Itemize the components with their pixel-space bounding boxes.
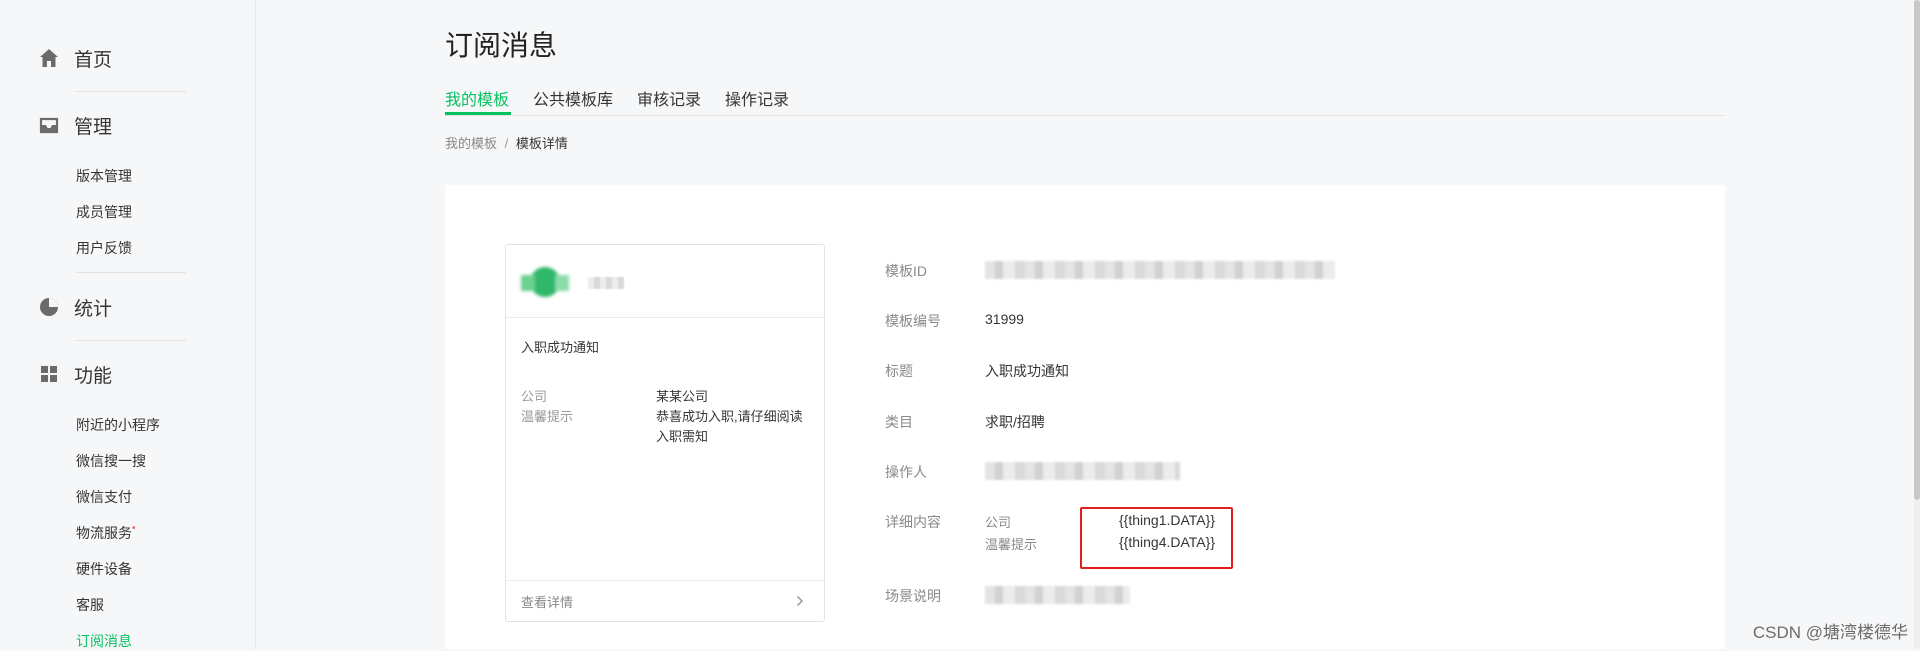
sidebar-item-members[interactable]: 成员管理 bbox=[76, 202, 132, 222]
breadcrumb-root[interactable]: 我的模板 bbox=[445, 136, 497, 151]
new-dot-icon: • bbox=[132, 523, 136, 534]
scene-label: 场景说明 bbox=[885, 588, 941, 604]
tab-public-library[interactable]: 公共模板库 bbox=[533, 86, 613, 110]
tab-bar: 我的模板 公共模板库 审核记录 操作记录 bbox=[445, 86, 1725, 116]
template-id-label: 模板ID bbox=[885, 263, 927, 279]
operator-label: 操作人 bbox=[885, 464, 927, 480]
sidebar-item-search[interactable]: 微信搜一搜 bbox=[76, 451, 146, 471]
sidebar-item-feedback[interactable]: 用户反馈 bbox=[76, 238, 132, 258]
inbox-icon bbox=[39, 117, 59, 134]
watermark: CSDN @塘湾楼德华 bbox=[1752, 623, 1908, 642]
nav-features[interactable]: 功能 bbox=[38, 359, 112, 389]
sidebar-item-pay[interactable]: 微信支付 bbox=[76, 487, 132, 507]
template-id-value-blurred bbox=[985, 261, 1335, 279]
sidebar-item-nearby[interactable]: 附近的小程序 bbox=[76, 415, 160, 435]
template-number-value: 31999 bbox=[985, 311, 1024, 327]
scrollbar-thumb[interactable] bbox=[1914, 0, 1920, 500]
nav-stats[interactable]: 统计 bbox=[38, 292, 112, 322]
nav-home[interactable]: 首页 bbox=[38, 43, 112, 73]
chevron-right-icon bbox=[796, 595, 804, 607]
view-details-link[interactable]: 查看详情 bbox=[506, 580, 824, 621]
preview-field-row: 温馨提示 恭喜成功入职,请仔细阅读入职需知 bbox=[521, 407, 811, 447]
sidebar: 首页 管理 版本管理 成员管理 用户反馈 统计 功能 附近的小程序 微信搜一搜 … bbox=[0, 0, 256, 649]
template-preview-card: 入职成功通知 公司 某某公司 温馨提示 恭喜成功入职,请仔细阅读入职需知 查看详… bbox=[505, 244, 825, 622]
tab-my-templates[interactable]: 我的模板 bbox=[445, 86, 509, 110]
active-tab-indicator bbox=[445, 112, 511, 115]
nav-manage[interactable]: 管理 bbox=[38, 110, 112, 140]
content-value: {{thing4.DATA}} bbox=[1119, 534, 1215, 550]
preview-field-row: 公司 某某公司 bbox=[521, 387, 811, 407]
nav-features-label: 功能 bbox=[74, 365, 113, 387]
breadcrumb-current: 模板详情 bbox=[515, 136, 568, 151]
category-label: 类目 bbox=[885, 414, 913, 430]
title-label: 标题 bbox=[885, 363, 913, 379]
home-icon bbox=[40, 49, 58, 67]
category-value: 求职/招聘 bbox=[985, 414, 1045, 430]
breadcrumb: 我的模板 / 模板详情 bbox=[445, 133, 568, 152]
tab-operation-records[interactable]: 操作记录 bbox=[725, 86, 789, 110]
operator-value-blurred bbox=[985, 462, 1180, 480]
template-number-label: 模板编号 bbox=[885, 313, 941, 329]
page-title: 订阅消息 bbox=[445, 30, 558, 61]
sidebar-item-version[interactable]: 版本管理 bbox=[76, 166, 132, 186]
nav-manage-label: 管理 bbox=[74, 116, 113, 138]
tab-review-records[interactable]: 审核记录 bbox=[637, 86, 701, 110]
divider bbox=[76, 272, 186, 273]
view-details-label: 查看详情 bbox=[521, 594, 574, 610]
detail-content-label: 详细内容 bbox=[885, 514, 941, 530]
content-value: {{thing1.DATA}} bbox=[1119, 512, 1215, 528]
divider bbox=[76, 340, 186, 341]
scrollbar[interactable] bbox=[1914, 0, 1920, 649]
account-name-blurred bbox=[588, 277, 624, 289]
sidebar-item-hardware[interactable]: 硬件设备 bbox=[76, 559, 132, 579]
preview-title: 入职成功通知 bbox=[521, 340, 600, 355]
sidebar-item-logistics-label: 物流服务 bbox=[76, 525, 132, 541]
pie-chart-icon bbox=[40, 298, 58, 316]
preview-field-value: 恭喜成功入职,请仔细阅读入职需知 bbox=[656, 409, 803, 444]
sidebar-item-logistics[interactable]: 物流服务• bbox=[76, 523, 136, 543]
content-card: 入职成功通知 公司 某某公司 温馨提示 恭喜成功入职,请仔细阅读入职需知 查看详… bbox=[445, 185, 1725, 649]
scene-value-blurred bbox=[985, 586, 1130, 604]
preview-header bbox=[506, 245, 824, 318]
preview-field-key: 温馨提示 bbox=[521, 409, 574, 424]
nav-stats-label: 统计 bbox=[74, 298, 113, 320]
title-value: 入职成功通知 bbox=[985, 363, 1069, 379]
content-key: 温馨提示 bbox=[985, 537, 1038, 552]
preview-fields: 公司 某某公司 温馨提示 恭喜成功入职,请仔细阅读入职需知 bbox=[521, 387, 811, 447]
preview-field-key: 公司 bbox=[521, 389, 548, 404]
grid-icon bbox=[41, 366, 57, 382]
content-key: 公司 bbox=[985, 515, 1012, 530]
nav-home-label: 首页 bbox=[74, 49, 113, 71]
avatar bbox=[521, 267, 569, 297]
breadcrumb-separator: / bbox=[504, 136, 509, 151]
divider bbox=[76, 91, 186, 92]
sidebar-item-subscribe[interactable]: 订阅消息 bbox=[76, 631, 132, 651]
preview-field-value: 某某公司 bbox=[656, 389, 709, 404]
sidebar-item-service[interactable]: 客服 bbox=[76, 595, 104, 615]
